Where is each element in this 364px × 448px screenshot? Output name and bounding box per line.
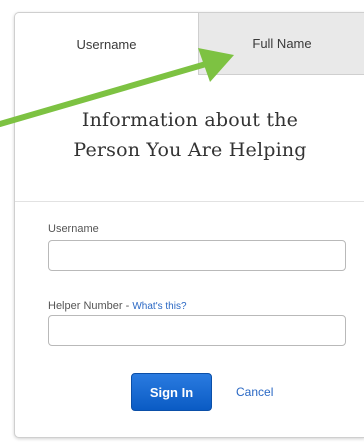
helper-number-label: Helper Number -	[48, 300, 133, 312]
tab-full-name-label: Full Name	[252, 36, 312, 51]
tab-username-label: Username	[76, 36, 137, 52]
helper-number-label-row: Helper Number - What's this?	[48, 300, 187, 312]
helper-number-field[interactable]	[48, 315, 346, 346]
sign-in-button[interactable]: Sign In	[131, 373, 212, 411]
page-title-line-2: Person You Are Helping	[73, 139, 307, 161]
tab-username[interactable]: Username	[15, 13, 198, 75]
cancel-link[interactable]: Cancel	[236, 385, 273, 399]
username-field[interactable]	[48, 240, 346, 271]
sign-in-panel: Username Full Name Information about the…	[14, 12, 364, 438]
whats-this-link[interactable]: What's this?	[132, 301, 186, 312]
page-title: Information about the Person You Are Hel…	[15, 105, 364, 165]
username-label: Username	[48, 223, 99, 235]
tab-full-name[interactable]: Full Name	[198, 13, 364, 75]
page-title-line-1: Information about the	[81, 109, 299, 131]
divider	[15, 201, 364, 202]
